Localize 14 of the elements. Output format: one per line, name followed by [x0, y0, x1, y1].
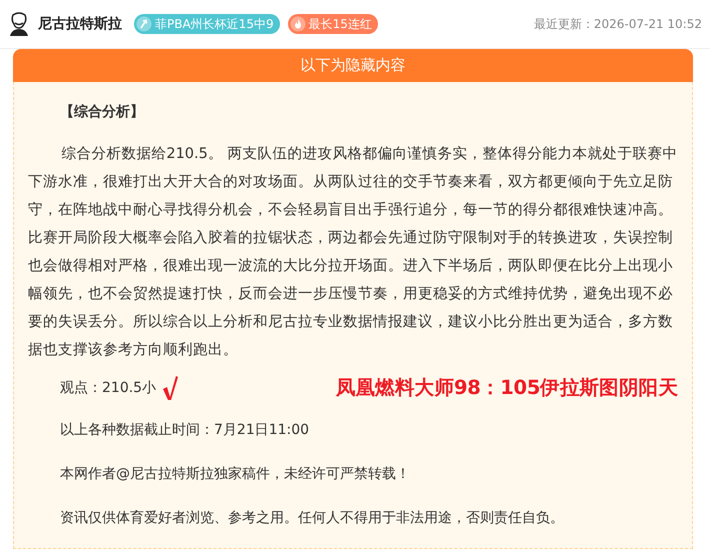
promo-text: 凤凰燃料大师98：105伊拉斯图阴阳天	[336, 375, 678, 401]
note-text: 资讯仅供体育爱好者浏览、参考之用。任何人不得用于非法用途，否则责任自负。	[59, 509, 565, 528]
record-badge: 菲PBA州长杯近15中9	[134, 14, 280, 34]
card-title: 以下为隐藏内容	[13, 49, 693, 82]
record-badge: 最长15连红	[288, 14, 378, 34]
update-time: 最近更新：2026-07-21 10:52	[534, 16, 702, 32]
section-heading: 【综合分析】	[59, 103, 145, 122]
verdict-text: 观点：210.5小	[60, 379, 156, 398]
analysis-paragraph: 综合分析数据给210.5。 两支队伍的进攻风格都偏向谨慎务实，整体得分能力本就处于联赛中下游水准，很难打出大开大合的对攻场面。从两队过往的交手节奏来看，双方都更倾向于先立足防守，在阵地战中耐心寻找得分机会，不会轻易盲目出手强行追分，每一节的得分都很难快速冲高。比赛开局阶段大概率会陷入胶着的拉锯状态，两边都会先通过防守限制对手的转换进攻，失误控制也会做得相对严格，很难出现一波流的大比分拉开场面。进入下半场后，两队即便在比分上出现小幅领先，也不会贸然提速打快，反而会进一步压慢节奏，用更稳妥的方式维持优势，避免出现不必要的失误丢分。所以综合以上分析和尼古拉专业数据情报建议，建议小比分胜出更为适合，多方数据也支撑该参考方向顺利跑出。	[28, 144, 678, 360]
note-text: 以上各种数据截止时间：7月21日11:00	[59, 421, 310, 440]
flame-icon	[290, 16, 306, 32]
note-text: 本网作者@尼古拉特斯拉独家稿件，未经许可严禁转载！	[59, 465, 411, 484]
author-name: 尼古拉特斯拉	[38, 15, 122, 33]
avatar-icon	[8, 12, 30, 36]
